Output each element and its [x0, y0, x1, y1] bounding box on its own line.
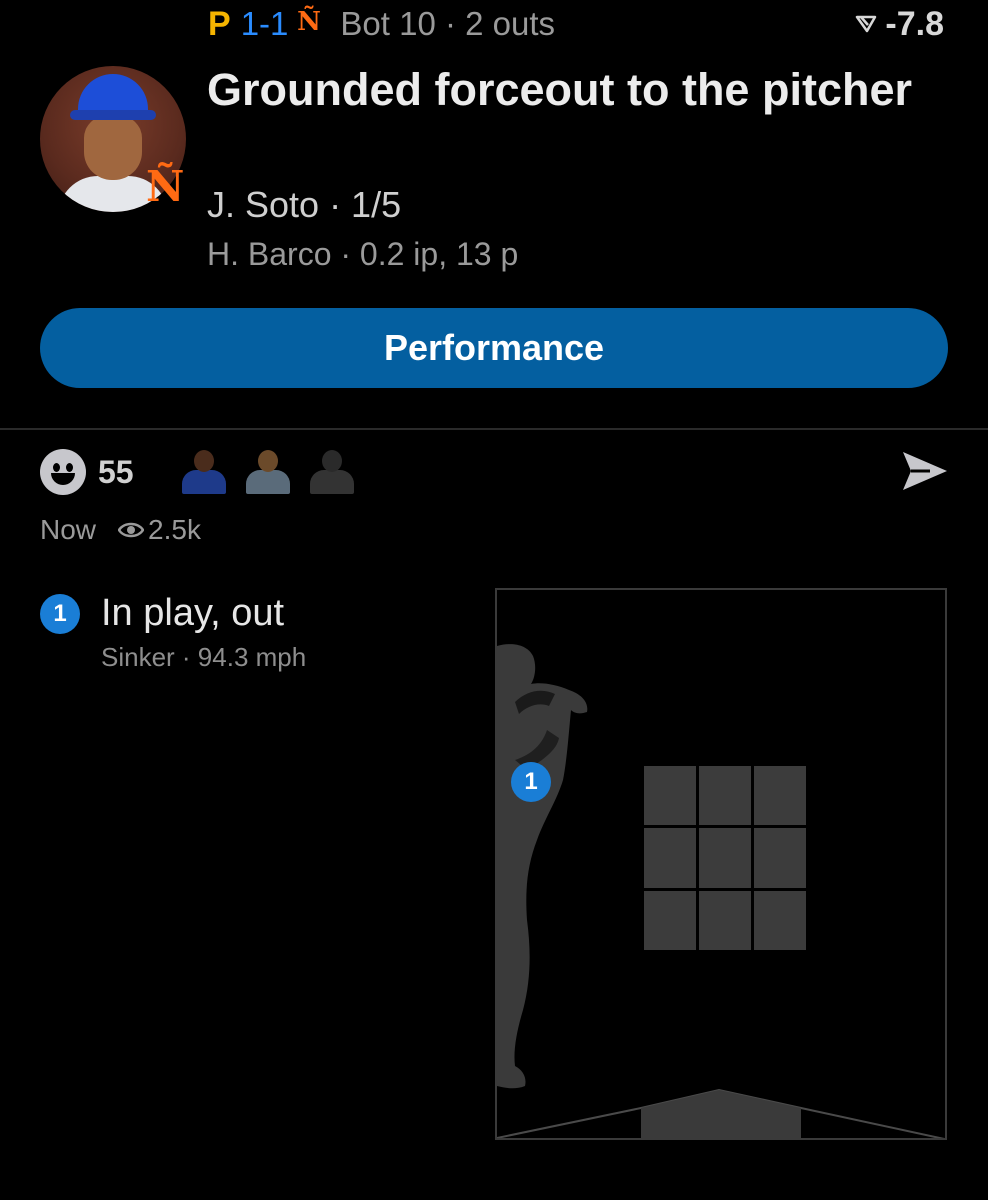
batter-line[interactable]: J. Soto · 1/5 [207, 184, 401, 226]
game-score: 1-1 [240, 5, 289, 42]
pitcher-line[interactable]: H. Barco · 0.2 ip, 13 p [207, 236, 518, 273]
smile-icon[interactable] [40, 449, 86, 495]
post-meta: Now 2.5k [40, 512, 201, 548]
reactor-avatar[interactable] [304, 448, 360, 496]
face [84, 116, 142, 180]
view-count: 2.5k [148, 514, 201, 545]
pitch-number-badge: 1 [40, 594, 80, 634]
cap-brim [70, 110, 156, 120]
away-team-logo: P [208, 4, 231, 43]
play-headline: Grounded forceout to the pitcher [207, 64, 912, 115]
reactions-row: 55 [40, 448, 360, 496]
timestamp: Now [40, 514, 97, 545]
score-line: P 1-1 Ñ Bot 10 · 2 outs [208, 2, 555, 46]
inning-status: Bot 10 · 2 outs [340, 5, 556, 42]
views-eye-icon [118, 522, 145, 538]
wpa-arrow-icon [856, 15, 877, 33]
strike-zone-panel: 1 [495, 588, 947, 1140]
home-team-logo: Ñ [298, 4, 322, 44]
win-probability: -7.8 [855, 2, 944, 46]
mets-badge-icon: Ñ [146, 162, 185, 211]
send-icon[interactable] [900, 448, 950, 494]
home-plate [497, 1088, 945, 1138]
pitch-location-marker[interactable]: 1 [511, 762, 551, 802]
performance-button[interactable]: Performance [40, 308, 948, 388]
reactor-avatar[interactable] [240, 448, 296, 496]
win-probability-value: -7.8 [885, 4, 944, 43]
reactor-avatar[interactable] [176, 448, 232, 496]
reaction-count: 55 [98, 453, 134, 490]
mets-logo-icon: Ñ [298, 5, 322, 37]
divider [0, 428, 988, 430]
pitch-detail: Sinker · 94.3 mph [101, 642, 307, 672]
svg-text:Ñ: Ñ [298, 5, 320, 36]
pitch-result: In play, out [101, 592, 285, 634]
